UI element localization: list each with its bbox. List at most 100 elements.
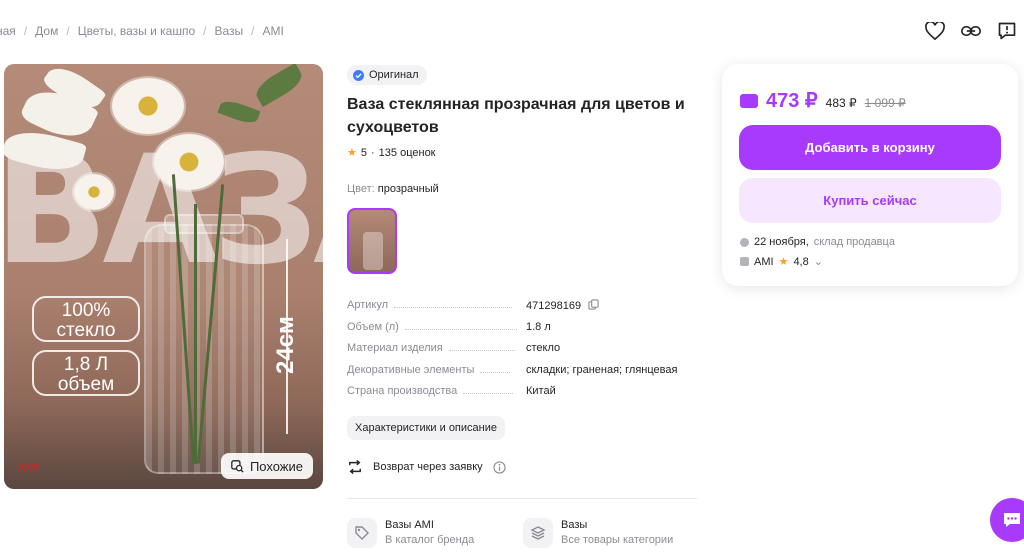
buy-card: 473 ₽ 483 ₽ 1 099 ₽ Добавить в корзину К… bbox=[722, 64, 1018, 286]
seller-rating: 4,8 bbox=[793, 255, 809, 268]
heart-icon[interactable] bbox=[924, 20, 946, 42]
brand-catalog-link[interactable]: Вазы AMI В каталог бренда bbox=[347, 518, 474, 548]
rating-value: 5 bbox=[360, 146, 367, 159]
delivery-warehouse: склад продавца bbox=[813, 236, 895, 248]
category-link-title: Вазы bbox=[561, 519, 588, 531]
spec-value: Китай bbox=[526, 385, 556, 397]
spec-row: Страна производства Китай bbox=[347, 385, 697, 407]
category-link[interactable]: Вазы Все товары категории bbox=[523, 518, 673, 548]
buy-now-button[interactable]: Купить сейчас bbox=[739, 178, 1001, 223]
top-actions bbox=[924, 20, 1018, 42]
breadcrumb: ная / Дом / Цветы, вазы и кашпо / Вазы /… bbox=[0, 24, 284, 38]
category-link-subtitle: Все товары категории bbox=[561, 534, 674, 546]
vase bbox=[144, 224, 264, 474]
article-number: 471298169 bbox=[526, 300, 582, 312]
return-policy[interactable]: Возврат через заявку bbox=[347, 460, 506, 474]
delivery-info: 22 ноября, склад продавца bbox=[740, 236, 895, 248]
breadcrumb-item[interactable]: Вазы bbox=[214, 24, 243, 38]
spec-value: 471298169 bbox=[526, 299, 599, 312]
breadcrumb-item[interactable]: Цветы, вазы и кашпо bbox=[78, 24, 195, 38]
original-label: Оригинал bbox=[369, 69, 419, 81]
spec-key: Артикул bbox=[347, 299, 389, 311]
stem bbox=[194, 204, 197, 464]
return-icon bbox=[349, 460, 361, 474]
brand-logo: AMI bbox=[18, 462, 39, 474]
star-icon: ★ bbox=[778, 256, 789, 268]
breadcrumb-separator: / bbox=[23, 24, 28, 38]
spec-key: Материал изделия bbox=[347, 342, 443, 354]
characteristics-button[interactable]: Характеристики и описание bbox=[347, 416, 505, 440]
report-icon[interactable] bbox=[996, 20, 1018, 42]
calendar-icon bbox=[740, 237, 749, 247]
specs-list: Артикул 471298169 Объем (л) 1.8 л Матери… bbox=[347, 299, 697, 407]
seller-name: AMI bbox=[754, 255, 774, 268]
color-value: прозрачный bbox=[377, 183, 439, 195]
spec-row: Декоративные элементы складки; граненая;… bbox=[347, 364, 697, 386]
badge-line: стекло bbox=[56, 320, 116, 341]
reviews-count: 135 оценок bbox=[378, 146, 436, 159]
spec-leader bbox=[480, 371, 511, 373]
photo-badge-glass: 100% стекло bbox=[32, 296, 140, 342]
spec-key: Объем (л) bbox=[347, 320, 399, 333]
price-wallet: 473 ₽ bbox=[766, 90, 818, 112]
spec-key: Декоративные элементы bbox=[347, 363, 475, 376]
chat-button[interactable] bbox=[990, 498, 1024, 542]
info-icon[interactable] bbox=[493, 460, 506, 474]
wallet-icon bbox=[740, 94, 758, 108]
leaf bbox=[217, 97, 261, 127]
breadcrumb-separator: / bbox=[203, 24, 207, 38]
spec-row: Артикул 471298169 bbox=[347, 299, 697, 321]
spec-value: складки; граненая; глянцевая bbox=[526, 363, 678, 376]
breadcrumb-separator: / bbox=[251, 24, 255, 38]
seller-info[interactable]: AMI ★ 4,8 ⌄ bbox=[740, 255, 823, 268]
rating-separator: · bbox=[371, 146, 375, 159]
price-old: 1 099 ₽ bbox=[864, 96, 906, 110]
breadcrumb-item[interactable]: ная bbox=[0, 24, 16, 38]
spec-row: Объем (л) 1.8 л bbox=[347, 321, 697, 343]
add-to-cart-button[interactable]: Добавить в корзину bbox=[739, 125, 1001, 170]
spec-row: Материал изделия стекло bbox=[347, 342, 697, 364]
dimension-label: 24см bbox=[272, 316, 299, 374]
price-row: 473 ₽ 483 ₽ 1 099 ₽ bbox=[740, 88, 906, 113]
return-text: Возврат через заявку bbox=[373, 461, 483, 473]
tag-icon bbox=[347, 518, 377, 548]
photo-badge-volume: 1,8 Л объем bbox=[32, 350, 140, 396]
verified-icon bbox=[353, 69, 364, 81]
copy-icon[interactable] bbox=[588, 299, 599, 310]
spec-leader bbox=[394, 307, 513, 308]
badge-line: 1,8 Л bbox=[63, 354, 109, 375]
breadcrumb-item[interactable]: Дом bbox=[35, 24, 58, 38]
breadcrumb-item[interactable]: AMI bbox=[263, 24, 284, 38]
color-info: Цвет: прозрачный bbox=[347, 183, 439, 195]
star-icon: ★ bbox=[347, 147, 357, 159]
brand-link-title: Вазы AMI bbox=[385, 519, 434, 531]
badge-line: объем bbox=[57, 374, 115, 395]
layers-icon bbox=[523, 518, 553, 548]
gerbera-flower bbox=[74, 174, 114, 210]
divider bbox=[347, 498, 697, 499]
product-page: ная / Дом / Цветы, вазы и кашпо / Вазы /… bbox=[0, 0, 1024, 554]
chevron-down-icon: ⌄ bbox=[813, 256, 823, 268]
link-icon[interactable] bbox=[960, 20, 982, 42]
price-regular: 483 ₽ bbox=[825, 96, 857, 110]
spec-value: 1.8 л bbox=[526, 320, 551, 333]
similar-icon bbox=[231, 459, 244, 473]
gerbera-flower bbox=[112, 78, 184, 134]
original-badge[interactable]: Оригинал bbox=[347, 65, 427, 85]
spec-leader bbox=[463, 393, 514, 394]
similar-button[interactable]: Похожие bbox=[220, 453, 313, 479]
spec-value: стекло bbox=[526, 342, 561, 354]
store-icon bbox=[740, 257, 749, 266]
color-label: Цвет: bbox=[347, 183, 375, 195]
spec-leader bbox=[404, 328, 517, 330]
similar-label: Похожие bbox=[249, 458, 303, 474]
product-title: Ваза стеклянная прозрачная для цветов и … bbox=[347, 96, 685, 136]
leaf bbox=[251, 64, 307, 108]
spec-leader bbox=[448, 350, 515, 351]
rating[interactable]: ★ 5 · 135 оценок bbox=[347, 146, 436, 160]
color-variant-thumbnail[interactable] bbox=[347, 208, 397, 274]
chat-icon bbox=[1004, 513, 1020, 527]
spec-key: Страна производства bbox=[347, 385, 458, 397]
product-photo[interactable]: ВАЗА 100% стекло 1,8 Л объем 24см AMI По… bbox=[4, 64, 323, 489]
breadcrumb-separator: / bbox=[66, 24, 70, 38]
